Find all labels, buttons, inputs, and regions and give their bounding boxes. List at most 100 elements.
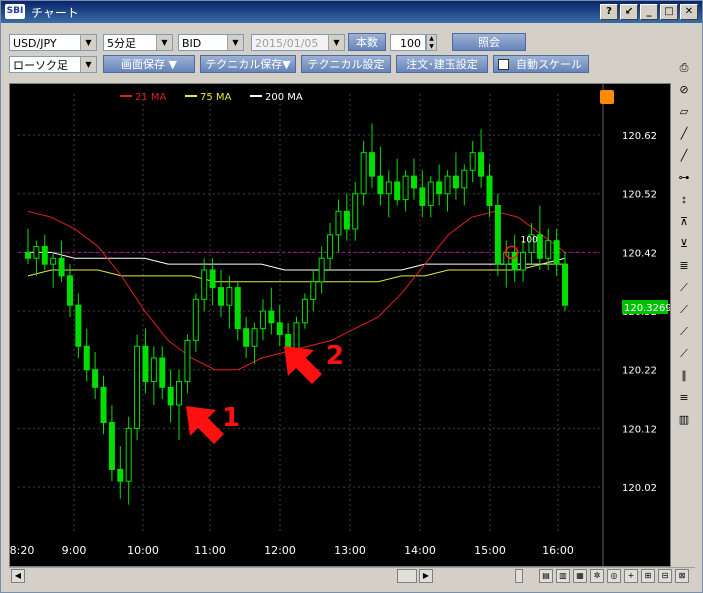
- scroll-thumb[interactable]: [397, 569, 417, 583]
- scroll-right-button[interactable]: ▶: [419, 569, 433, 583]
- chart-area[interactable]: 8:20 9:00 10:00 11:00 12:00 13:00 14:00 15:00 16…: [9, 83, 672, 567]
- auto-scale-button[interactable]: 自動スケール: [493, 55, 589, 73]
- candle-body: [335, 210, 342, 236]
- x-tick-label: 12:00: [264, 544, 296, 557]
- new-chart-icon[interactable]: ▤: [539, 569, 553, 583]
- currency-pair-value: USD/JPY: [13, 37, 57, 50]
- price-type-select[interactable]: BID ▼: [178, 34, 244, 51]
- save-technical-button[interactable]: テクニカル保存▼: [200, 55, 296, 73]
- annotation-arrow-2-label: 2: [326, 341, 344, 371]
- window-title: チャート: [31, 6, 79, 20]
- close-button[interactable]: ✕: [680, 4, 698, 20]
- checkbox-icon: [498, 59, 509, 70]
- horizontal-channel-icon[interactable]: ≡: [673, 387, 695, 409]
- candle-body: [100, 386, 107, 424]
- candle-body: [301, 298, 308, 324]
- chevron-down-icon: ▼: [328, 35, 344, 50]
- candle-body: [478, 152, 485, 177]
- candle-body: [92, 369, 99, 388]
- query-button[interactable]: 照会: [452, 33, 526, 51]
- zoom-slider[interactable]: [515, 569, 523, 583]
- candle-body: [276, 322, 283, 336]
- count-stepper[interactable]: ▲ ▼: [426, 34, 437, 51]
- candle-body: [343, 210, 350, 230]
- refresh-icon[interactable]: ◎: [607, 569, 621, 583]
- settings-icon[interactable]: ✲: [590, 569, 604, 583]
- zoom-in-icon[interactable]: ⊞: [641, 569, 655, 583]
- candle-body: [360, 152, 367, 195]
- candle-body: [562, 263, 568, 306]
- price-chart[interactable]: 8:20 9:00 10:00 11:00 12:00 13:00 14:00 15:00 16…: [10, 84, 672, 566]
- color-chart-icon[interactable]: ▥: [556, 569, 570, 583]
- candle-body: [553, 240, 560, 265]
- current-price-label: 120.3269: [624, 303, 670, 314]
- fibonacci-channel-icon[interactable]: ≣: [673, 255, 695, 277]
- crosshair-icon[interactable]: +: [624, 569, 638, 583]
- candle-body: [444, 175, 451, 195]
- candle-body: [25, 251, 31, 259]
- order-settings-button[interactable]: 注文･建玉設定: [396, 55, 488, 73]
- interval-select[interactable]: 5分足 ▼: [103, 34, 173, 51]
- legend-label: 200 MA: [265, 92, 303, 103]
- scroll-left-button[interactable]: ◀: [11, 569, 25, 583]
- candle-body: [226, 287, 233, 306]
- candle-body: [259, 310, 266, 330]
- print-icon[interactable]: ⎙: [673, 57, 695, 79]
- gann-fan-icon[interactable]: ⟋: [673, 277, 695, 299]
- date-select[interactable]: 2015/01/05 ▼: [251, 34, 345, 51]
- candle-body: [377, 175, 384, 195]
- candle-body: [142, 345, 149, 382]
- currency-pair-select[interactable]: USD/JPY ▼: [9, 34, 97, 51]
- restore-arrow-button[interactable]: ↙: [620, 4, 638, 20]
- chevron-down-icon: ▼: [156, 35, 172, 50]
- trend-line-icon[interactable]: ╱: [673, 123, 695, 145]
- chart-window: SBI チャート ? ↙ _ □ ✕ USD/JPY ▼ 5分足 ▼ BID ▼…: [0, 0, 703, 593]
- no-icon[interactable]: ⊘: [673, 79, 695, 101]
- horizontal-scrollbar[interactable]: ◀ ▶ ▤ ▥ ▦ ✲ ◎ + ⊞ ⊟ ⊠: [9, 567, 695, 584]
- gann-grid-icon[interactable]: ⟋: [673, 299, 695, 321]
- image-icon[interactable]: ▦: [573, 569, 587, 583]
- candle-body: [58, 257, 65, 277]
- bottom-icon-bar: ▤ ▥ ▦ ✲ ◎ + ⊞ ⊟ ⊠: [539, 569, 689, 583]
- candle-body: [50, 257, 57, 265]
- minimize-button[interactable]: _: [640, 4, 658, 20]
- candle-body: [33, 246, 40, 259]
- channel-icon[interactable]: ∥: [673, 365, 695, 387]
- save-screen-button[interactable]: 画面保存 ▼: [103, 55, 195, 73]
- y-tick-label: 120.12: [622, 424, 657, 435]
- annotation-arrow-1-label: 1: [222, 403, 240, 433]
- candle-body: [427, 181, 434, 206]
- count-label-button[interactable]: 本数: [348, 33, 386, 51]
- fibonacci-fan-icon[interactable]: ⊼: [673, 211, 695, 233]
- horizontal-line-icon[interactable]: ⊶: [673, 167, 695, 189]
- candle-body: [461, 169, 468, 189]
- candle-body: [452, 175, 459, 189]
- candle-body: [251, 328, 258, 347]
- help-button[interactable]: ?: [600, 4, 618, 20]
- candle-body: [167, 386, 174, 406]
- candle-body: [268, 310, 275, 324]
- candle-body: [217, 287, 224, 306]
- bars-icon[interactable]: ▥: [673, 409, 695, 431]
- legend-label: 75 MA: [200, 92, 232, 103]
- y-tick-label: 120.52: [622, 190, 657, 201]
- candle-body: [469, 152, 476, 171]
- fibonacci-retracement-icon[interactable]: ⊻: [673, 233, 695, 255]
- candle-body: [108, 422, 115, 470]
- candle-body: [184, 339, 191, 382]
- chart-type-select[interactable]: ローソク足 ▼: [9, 56, 97, 73]
- price-type-value: BID: [182, 37, 202, 50]
- speed-line-icon[interactable]: ⟋: [673, 321, 695, 343]
- eraser-icon[interactable]: ▱: [673, 101, 695, 123]
- title-bar[interactable]: SBI チャート ? ↙ _ □ ✕: [1, 1, 702, 23]
- parallel-line-icon[interactable]: ⟋: [673, 343, 695, 365]
- count-input[interactable]: 100: [390, 34, 426, 51]
- zoom-out-icon[interactable]: ⊟: [658, 569, 672, 583]
- maximize-button[interactable]: □: [660, 4, 678, 20]
- candle-body: [234, 287, 241, 330]
- line-icon[interactable]: ╱: [673, 145, 695, 167]
- technical-settings-button[interactable]: テクニカル設定: [301, 55, 391, 73]
- x-tick-label: 16:00: [542, 544, 574, 557]
- fit-icon[interactable]: ⊠: [675, 569, 689, 583]
- vertical-line-icon[interactable]: ⦂: [673, 189, 695, 211]
